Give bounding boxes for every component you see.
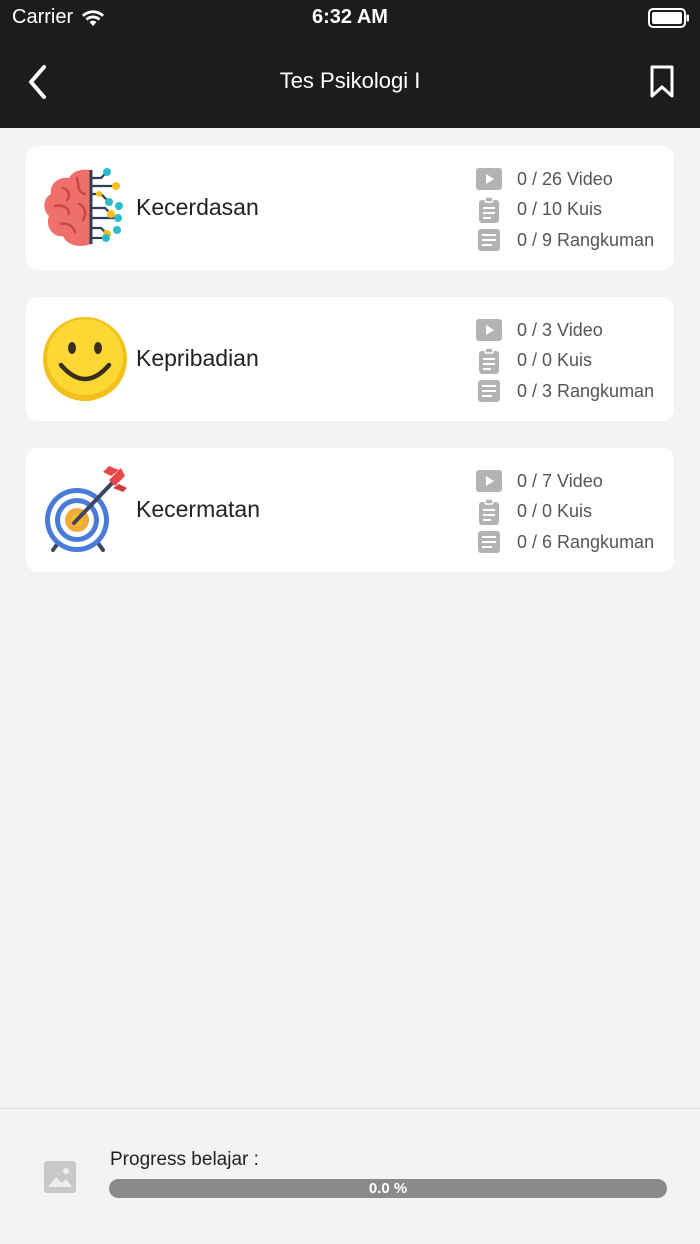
stat-text: 0 / 0 Kuis — [517, 350, 593, 371]
category-card-kepribadian[interactable]: Kepribadian 0 / 3 Video 0 / 0 Kuis 0 / 3… — [26, 297, 674, 421]
play-icon — [476, 317, 502, 343]
document-icon — [476, 378, 502, 404]
stat-text: 0 / 7 Video — [517, 470, 603, 491]
page-title: Tes Psikologi I — [279, 68, 421, 93]
stat-text: 0 / 6 Rangkuman — [517, 531, 655, 552]
stat-text: 0 / 3 Video — [517, 319, 603, 340]
clipboard-icon — [476, 196, 502, 223]
clipboard-icon — [476, 347, 502, 374]
document-icon — [476, 227, 502, 253]
play-icon — [476, 166, 502, 192]
stat-video: 0 / 7 Video — [476, 466, 654, 497]
progress-value: 0.0 % — [368, 1180, 408, 1197]
document-icon — [476, 529, 502, 555]
category-stats: 0 / 26 Video 0 / 10 Kuis 0 / 9 Rangkuman — [476, 164, 654, 256]
category-card-kecerdasan[interactable]: Kecerdasan 0 / 26 Video 0 / 10 Kuis 0 / … — [26, 146, 674, 270]
category-card-kecermatan[interactable]: Kecermatan 0 / 7 Video 0 / 0 Kuis 0 / 6 … — [26, 448, 674, 572]
progress-label: Progress belajar : — [110, 1149, 259, 1170]
stat-summary: 0 / 6 Rangkuman — [476, 527, 654, 558]
navigation-bar: Tes Psikologi I — [0, 50, 700, 114]
progress-bar: 0.0 % — [109, 1179, 667, 1198]
image-placeholder-icon — [44, 1161, 76, 1193]
category-stats: 0 / 7 Video 0 / 0 Kuis 0 / 6 Rangkuman — [476, 466, 654, 558]
top-bar: Carrier 6:32 AM Tes Psikologi I — [0, 0, 700, 128]
status-time: 6:32 AM — [312, 6, 388, 28]
battery-icon — [648, 8, 689, 28]
status-bar: Carrier 6:32 AM — [0, 0, 700, 36]
smiley-icon — [41, 315, 129, 403]
stat-summary: 0 / 9 Rangkuman — [476, 225, 654, 256]
stat-video: 0 / 26 Video — [476, 164, 654, 195]
category-title: Kepribadian — [136, 345, 259, 371]
clipboard-icon — [476, 498, 502, 525]
bookmark-button[interactable] — [648, 64, 676, 100]
stat-text: 0 / 3 Rangkuman — [517, 380, 655, 401]
stat-video: 0 / 3 Video — [476, 315, 654, 346]
play-icon — [476, 468, 502, 494]
bookmark-icon — [650, 65, 674, 98]
category-title: Kecermatan — [136, 496, 261, 522]
stat-text: 0 / 9 Rangkuman — [517, 229, 655, 250]
stat-text: 0 / 10 Kuis — [517, 199, 603, 220]
stat-quiz: 0 / 10 Kuis — [476, 195, 654, 226]
stat-quiz: 0 / 0 Kuis — [476, 497, 654, 528]
brain-icon — [41, 164, 129, 252]
stat-text: 0 / 26 Video — [517, 168, 613, 189]
category-stats: 0 / 3 Video 0 / 0 Kuis 0 / 3 Rangkuman — [476, 315, 654, 407]
stat-quiz: 0 / 0 Kuis — [476, 346, 654, 377]
stat-text: 0 / 0 Kuis — [517, 501, 593, 522]
progress-panel: Progress belajar : 0.0 % — [0, 1108, 700, 1244]
category-title: Kecerdasan — [136, 194, 259, 220]
category-list: Kecerdasan 0 / 26 Video 0 / 10 Kuis 0 / … — [26, 146, 674, 599]
stat-summary: 0 / 3 Rangkuman — [476, 376, 654, 407]
target-icon — [41, 466, 129, 554]
